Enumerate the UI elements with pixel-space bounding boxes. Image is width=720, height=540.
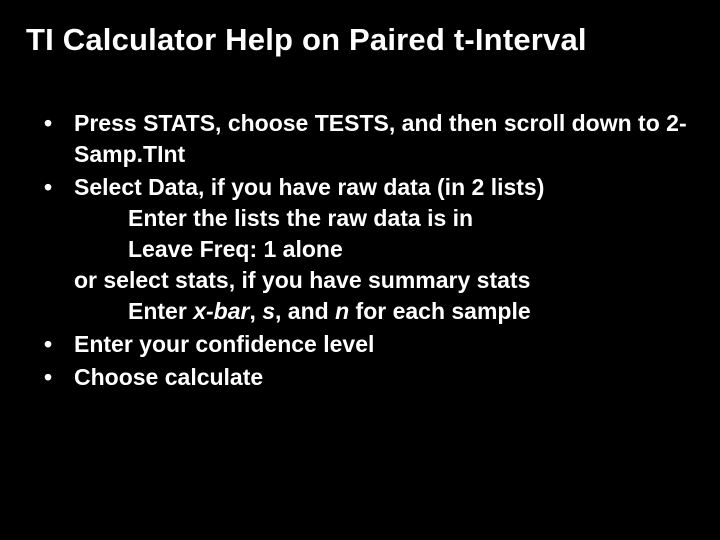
bullet-4: Choose calculate [36,362,694,393]
b2-sub3: Enter x-bar, s, and n for each sample [74,296,694,327]
b2-xbar: x-bar [193,298,249,324]
bullet-list: Press STATS, choose TESTS, and then scro… [26,108,694,393]
b2-n: n [335,298,349,324]
b2-sub2: Leave Freq: 1 alone [74,234,694,265]
bullet-2: Select Data, if you have raw data (in 2 … [36,172,694,327]
b1-text-2: , choose [215,110,315,136]
b2-s: s [262,298,275,324]
b2-sub3c: , and [275,298,335,324]
bullet-1: Press STATS, choose TESTS, and then scro… [36,108,694,170]
b2-sub3b: , [249,298,262,324]
b1-text-3: , and then scroll down to [389,110,666,136]
slide-title: TI Calculator Help on Paired t-Interval [26,22,694,58]
b2-or: or select stats, if you have summary sta… [74,265,694,296]
b1-text-1: Press [74,110,143,136]
b2-sub1: Enter the lists the raw data is in [74,203,694,234]
b1-stats: STATS [143,110,215,136]
bullet-3: Enter your confidence level [36,329,694,360]
slide: TI Calculator Help on Paired t-Interval … [0,0,720,540]
b2-line1: Select Data, if you have raw data (in 2 … [74,174,544,200]
b2-sub3a: Enter [128,298,193,324]
b2-sub3d: for each sample [349,298,531,324]
b1-tests: TESTS [315,110,389,136]
